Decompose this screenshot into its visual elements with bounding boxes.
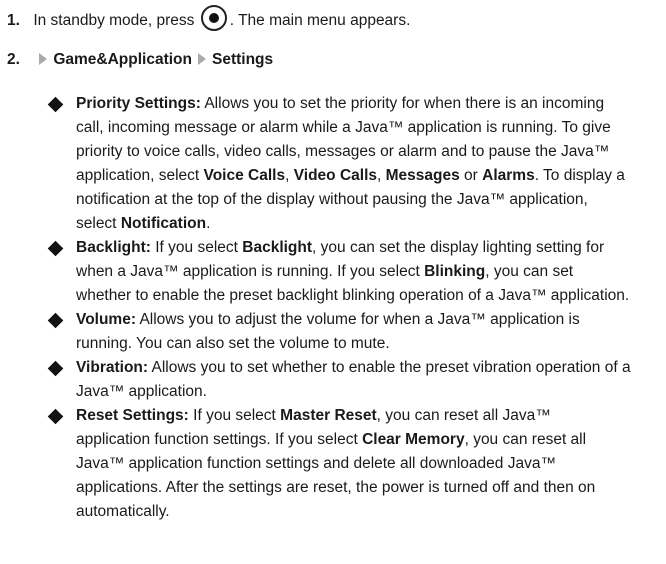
body-text: applications. After the settings are res…	[76, 479, 596, 496]
settings-bullet-item: Reset Settings: If you select Master Res…	[47, 404, 660, 524]
body-text: , you can reset all Java™	[376, 407, 551, 424]
item-line: priority to voice calls, video calls, me…	[76, 140, 660, 164]
bold-term: Alarms	[482, 167, 535, 184]
bold-term: Backlight	[242, 239, 313, 256]
body-text: priority to voice calls, video calls, me…	[76, 143, 610, 160]
body-text: or	[459, 167, 483, 184]
item-line: Priority Settings: Allows you to set the…	[76, 92, 660, 116]
diamond-bullet-icon	[47, 408, 64, 425]
bold-term: Clear Memory	[362, 431, 465, 448]
body-text: when a Java™ application is running. If …	[76, 263, 425, 280]
body-text: .	[206, 215, 211, 232]
bold-term: Master Reset	[280, 407, 377, 424]
item-line: when a Java™ application is running. If …	[76, 260, 660, 284]
bold-term: Vibration:	[76, 359, 149, 376]
body-text: Java™ application function settings and …	[76, 455, 556, 472]
step-1: 1. In standby mode, press . The main men…	[7, 5, 411, 34]
bold-term: Volume:	[76, 311, 136, 328]
settings-bullet-item: Vibration: Allows you to set whether to …	[47, 356, 660, 404]
diamond-bullet-icon	[47, 312, 64, 329]
body-text: Allows you to set whether to enable the …	[148, 359, 631, 376]
body-text: . To display a	[534, 167, 625, 184]
body-text: notification at the top of the display w…	[76, 191, 588, 208]
menu-arrow-icon	[197, 52, 206, 65]
body-text: Allows you to adjust the volume for when…	[136, 311, 580, 328]
body-text: , you can set	[485, 263, 574, 280]
bold-term: Video Calls	[293, 167, 377, 184]
body-text: call, incoming message or alarm while a …	[76, 119, 611, 136]
body-text: ,	[285, 167, 294, 184]
item-line: Java™ application.	[76, 380, 660, 404]
menu-path-item: Settings	[211, 51, 274, 68]
settings-list: Priority Settings: Allows you to set the…	[47, 92, 660, 524]
settings-bullet-item: Backlight: If you select Backlight, you …	[47, 236, 660, 308]
body-text: automatically.	[76, 503, 170, 520]
body-text: Allows you to set the priority for when …	[200, 95, 605, 112]
body-text: ,	[377, 167, 386, 184]
bold-term: Messages	[385, 167, 460, 184]
body-text: application, select	[76, 167, 204, 184]
item-line: automatically.	[76, 500, 660, 524]
diamond-bullet-icon	[47, 96, 64, 113]
step-number: 2.	[7, 51, 20, 68]
body-text: If you select	[188, 407, 281, 424]
bold-term: Backlight:	[76, 239, 151, 256]
body-text: , you can set the display lighting setti…	[312, 239, 605, 256]
item-line: Vibration: Allows you to set whether to …	[76, 356, 660, 380]
item-line: whether to enable the preset backlight b…	[76, 284, 660, 308]
body-text: , you can reset all	[464, 431, 587, 448]
bold-term: Blinking	[424, 263, 486, 280]
body-text: whether to enable the preset backlight b…	[76, 287, 630, 304]
step-text: In standby mode, press	[33, 12, 195, 30]
bold-term: Reset Settings:	[76, 407, 189, 424]
step-text-end: . The main menu appears.	[229, 12, 411, 30]
settings-bullet-item: Priority Settings: Allows you to set the…	[47, 92, 660, 236]
body-text: application function settings. If you se…	[76, 431, 363, 448]
center-select-key-icon	[200, 5, 227, 31]
item-line: select Notification.	[76, 212, 660, 236]
body-text: select	[76, 215, 121, 232]
diamond-bullet-icon	[47, 240, 64, 257]
body-text: running. You can also set the volume to …	[76, 335, 390, 352]
menu-arrow-icon	[39, 52, 48, 65]
menu-path-item: Game&Application	[53, 51, 192, 68]
body-text: Java™ application.	[76, 383, 207, 400]
settings-bullet-item: Volume: Allows you to adjust the volume …	[47, 308, 660, 356]
item-line: call, incoming message or alarm while a …	[76, 116, 660, 140]
item-line: Reset Settings: If you select Master Res…	[76, 404, 660, 428]
item-line: application function settings. If you se…	[76, 428, 660, 452]
step-2: 2. Game&Application Settings	[7, 50, 273, 70]
body-text: If you select	[150, 239, 243, 256]
item-line: applications. After the settings are res…	[76, 476, 660, 500]
item-line: application, select Voice Calls, Video C…	[76, 164, 660, 188]
bold-term: Priority Settings:	[76, 95, 201, 112]
item-line: Backlight: If you select Backlight, you …	[76, 236, 660, 260]
item-line: running. You can also set the volume to …	[76, 332, 660, 356]
item-line: Java™ application function settings and …	[76, 452, 660, 476]
item-line: notification at the top of the display w…	[76, 188, 660, 212]
item-line: Volume: Allows you to adjust the volume …	[76, 308, 660, 332]
bold-term: Notification	[120, 215, 207, 232]
step-number: 1.	[7, 12, 20, 30]
bold-term: Voice Calls	[203, 167, 286, 184]
diamond-bullet-icon	[47, 360, 64, 377]
